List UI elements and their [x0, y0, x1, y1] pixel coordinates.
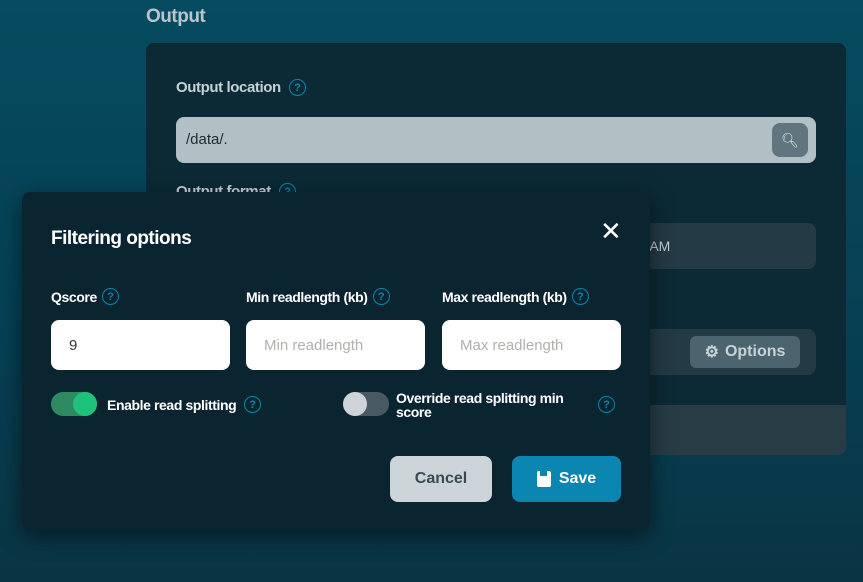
cancel-button[interactable]: Cancel [390, 456, 492, 502]
override-min-score-label: Override read splitting min score [396, 390, 564, 420]
qscore-input[interactable] [51, 320, 230, 370]
gear-icon: ⚙ [704, 344, 719, 361]
search-file-icon: 🔍︎ [781, 131, 799, 148]
output-location-input[interactable]: /data/. 🔍︎ [176, 117, 816, 163]
toggle-knob [343, 392, 367, 416]
qscore-label: Qscore? [51, 288, 119, 305]
label-text: Min readlength (kb) [246, 288, 368, 305]
browse-folder-button[interactable]: 🔍︎ [772, 123, 808, 157]
help-icon[interactable]: ? [288, 79, 306, 96]
enable-read-splitting-toggle[interactable] [51, 392, 97, 416]
help-icon[interactable]: ? [598, 396, 615, 413]
help-icon[interactable]: ? [571, 288, 589, 305]
options-button[interactable]: ⚙ Options [690, 336, 800, 368]
label-text: Max readlength (kb) [442, 288, 567, 305]
enable-read-splitting-label: Enable read splitting [107, 397, 237, 413]
override-min-score-toggle[interactable] [343, 392, 389, 416]
min-readlength-input[interactable] [246, 320, 425, 370]
label-text: Output location [176, 79, 281, 96]
help-icon[interactable]: ? [372, 288, 390, 305]
toggle-knob [73, 392, 97, 416]
floppy-disk-icon [536, 471, 551, 487]
help-icon[interactable]: ? [244, 396, 261, 413]
save-label: Save [558, 470, 597, 487]
label-text: Qscore [51, 288, 97, 305]
filtering-options-modal: Filtering options ✕ Qscore? Min readleng… [22, 192, 650, 530]
help-icon[interactable]: ? [101, 288, 119, 305]
save-button[interactable]: Save [512, 456, 621, 502]
options-label: Options [724, 343, 786, 360]
output-location-value: /data/. [186, 131, 228, 148]
close-icon[interactable]: ✕ [600, 218, 622, 244]
section-title: Output [146, 6, 206, 27]
output-location-label: Output location? [176, 79, 306, 96]
max-readlength-label: Max readlength (kb)? [442, 288, 589, 305]
max-readlength-input[interactable] [442, 320, 621, 370]
modal-title: Filtering options [51, 228, 192, 249]
min-readlength-label: Min readlength (kb)? [246, 288, 390, 305]
